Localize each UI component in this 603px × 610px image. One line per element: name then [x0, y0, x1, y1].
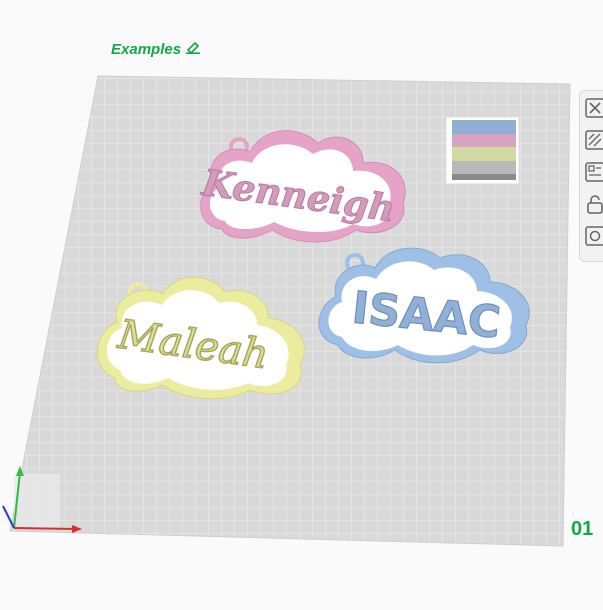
arrange-icon[interactable] — [584, 129, 603, 151]
filament-color-block[interactable] — [445, 116, 520, 185]
view-icon[interactable] — [584, 225, 603, 247]
lock-icon[interactable] — [584, 193, 603, 215]
layout-icon[interactable] — [584, 161, 603, 183]
plate-number[interactable]: 01 — [571, 518, 593, 541]
side-toolbar — [579, 90, 603, 262]
close-icon[interactable] — [584, 97, 603, 119]
build-plate-viewport[interactable]: Kenneigh ISAAC Maleah — [0, 0, 603, 610]
